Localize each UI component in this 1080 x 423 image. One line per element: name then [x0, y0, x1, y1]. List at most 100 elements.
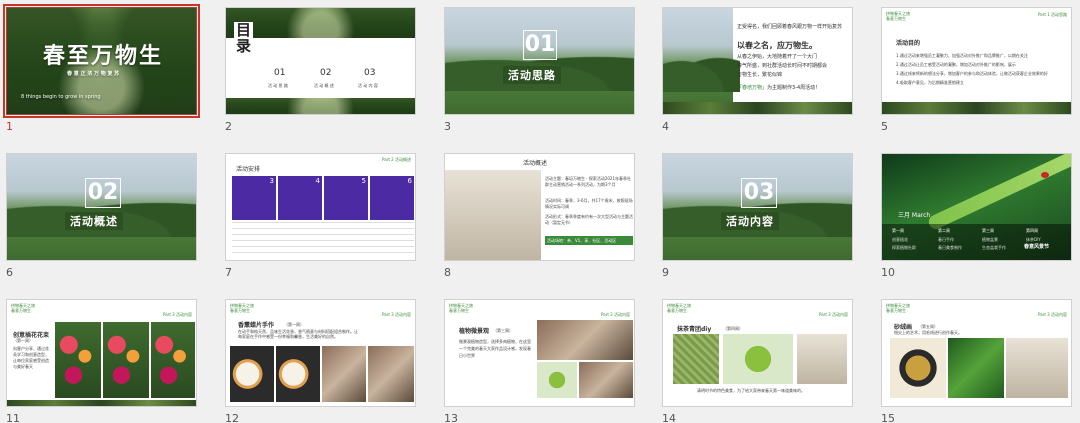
slide-caption: 8 things begin to grow in spring [21, 94, 101, 100]
slide-number: 3 [444, 120, 451, 133]
slide-thumbnail-11[interactable]: 拼物春天之旅 春意万物生 Part 3 活动内容 创意插花花束 （第一周） 向客… [6, 299, 197, 407]
slide11-week: （第一周） [13, 338, 33, 343]
toc-label-3: 活 动 内 容 [358, 83, 378, 88]
section-banner: 活动概述 [65, 212, 123, 230]
slide-number: 10 [881, 266, 895, 279]
slide-thumbnail-1[interactable]: 春至万物生 春 意 正 浓 万 物 复 苏 8 things begin to … [3, 4, 200, 118]
slide-tag-2: 春意万物生 [886, 308, 906, 313]
section-number: 03 [741, 178, 777, 208]
slide-number: 7 [225, 266, 232, 279]
slide-number: 15 [881, 412, 895, 423]
toc-title-b: 录 [236, 37, 252, 55]
slide-slot-14[interactable]: 拼物春天之旅 春意万物生 Part 3 活动内容 抹茶青团diy （第四周） 清… [662, 299, 853, 423]
slide5-line2: 2.通过活动让员工感受活动的凝聚，增加活动对外推广的影响，展示 [896, 62, 1016, 67]
slide8-line3: 活动形式：春季季度有约有一次大型活动与主题活动（暂定无节） [545, 214, 633, 225]
slide-part: Part 3 活动内容 [601, 312, 630, 317]
sub-3: 生态盆栽手作 [982, 245, 1006, 250]
slide-thumbnail-14[interactable]: 拼物春天之旅 春意万物生 Part 3 活动内容 抹茶青团diy （第四周） 清… [662, 299, 853, 407]
slide-thumbnail-4[interactable]: 正受得名，我们回顾着春风跟万物一样开始复苏 以春之名，应万物生。 从春之伊始，大… [662, 7, 853, 115]
slide4-quote: 「春培万物」 [737, 85, 768, 91]
slide-tag-2: 春意万物生 [11, 308, 31, 313]
slide-thumbnail-9[interactable]: 03 活动内容 [662, 153, 853, 261]
slide8-line2: 活动时间：春季，3-6月，共17个周末，按照现场情况实际可调 [545, 198, 633, 209]
slide-part: Part 3 活动内容 [1038, 312, 1067, 317]
slide-thumbnail-10[interactable]: 三月 March 第一周 第二周 第三周 第四周 创意插花 春日手作 植物盆景 … [881, 153, 1072, 261]
month-4: 4 [315, 177, 320, 185]
slide4-para5: 为主题制作3-4周活动！ [767, 85, 821, 91]
sub-2: 春日美食制作 [938, 245, 962, 250]
act-2: 春日手作 [938, 237, 954, 242]
slide12-week: （第一周） [284, 322, 304, 327]
slide4-para3: 春气所盛，到社群活动长时间不时期都会 [737, 63, 828, 69]
slide13-week: （第三周） [493, 328, 513, 333]
slide-slot-6[interactable]: 02 活动概述 6 [6, 153, 197, 279]
slide-number: 12 [225, 412, 239, 423]
slide-thumbnail-5[interactable]: 拼物春天之旅 春意万物生 Part 1 活动思路 活动目的 1.通过活动来增强员… [881, 7, 1072, 115]
month-3: 3 [269, 177, 274, 185]
slide-number: 11 [6, 412, 20, 423]
slide-thumbnail-2[interactable]: 目 录 01 02 03 活 动 思 路 活 动 概 述 活 动 内 容 [225, 7, 416, 115]
section-banner: 活动内容 [721, 212, 779, 230]
slide14-week: （第四周） [723, 326, 743, 331]
slide-slot-3[interactable]: 01 活动思路 3 [444, 7, 635, 133]
slide-number: 9 [662, 266, 669, 279]
slide-number: 6 [6, 266, 13, 279]
slide12-desc: 在动手和纯天然、品味生活花香，香气随意与材料搭配组合制作。让每家庭在手作中感受一… [238, 329, 358, 339]
slide-slot-11[interactable]: 拼物春天之旅 春意万物生 Part 3 活动内容 创意插花花束 （第一周） 向客… [6, 299, 197, 423]
slide-slot-12[interactable]: 拼物春天之旅 春意万物生 Part 3 活动内容 香薰蜡片手作 （第一周） 在动… [225, 299, 416, 423]
slide-thumbnail-7[interactable]: 活动安排 Part 2 活动概述 3 4 5 6 [225, 153, 416, 261]
slide-slot-13[interactable]: 拼物春天之旅 春意万物生 Part 3 活动内容 植物微景观 （第三周） 微景观… [444, 299, 635, 423]
week-2: 第二周 [938, 228, 950, 233]
slide-slot-5[interactable]: 拼物春天之旅 春意万物生 Part 1 活动思路 活动目的 1.通过活动来增强员… [881, 7, 1072, 133]
toc-num-1: 01 [274, 68, 286, 78]
slide-tag-2: 春意万物生 [449, 308, 469, 313]
toc-num-2: 02 [320, 68, 332, 78]
slide-tag-2: 春意万物生 [886, 16, 906, 21]
slide-thumbnail-13[interactable]: 拼物春天之旅 春意万物生 Part 3 活动内容 植物微景观 （第三周） 微景观… [444, 299, 635, 407]
slide-slot-10[interactable]: 三月 March 第一周 第二周 第三周 第四周 创意插花 春日手作 植物盆景 … [881, 153, 1072, 279]
week-1: 第一周 [892, 228, 904, 233]
month-6: 6 [407, 177, 412, 185]
toc-label-1: 活 动 思 路 [268, 83, 288, 88]
week-4: 第四周 [1026, 228, 1038, 233]
month-5: 5 [361, 177, 366, 185]
slide-slot-9[interactable]: 03 活动内容 9 [662, 153, 853, 279]
slide-slot-4[interactable]: 正受得名，我们回顾着春风跟万物一样开始复苏 以春之名，应万物生。 从春之伊始，大… [662, 7, 853, 133]
slide-slot-2[interactable]: 目 录 01 02 03 活 动 思 路 活 动 概 述 活 动 内 容 2 [225, 7, 416, 133]
slide-part: Part 3 活动内容 [819, 312, 848, 317]
slide5-line4: 4.吸取客户意见，为后期精准营销建立 [896, 80, 964, 85]
slide-sorter-grid: 春至万物生 春 意 正 浓 万 物 复 苏 8 things begin to … [0, 0, 1080, 423]
slide4-para1: 正受得名，我们回顾着春风跟万物一样开始复苏 [737, 24, 843, 30]
section-number: 01 [523, 30, 557, 60]
slide-subtitle: 春 意 正 浓 万 物 复 苏 [67, 71, 120, 77]
slide-slot-7[interactable]: 活动安排 Part 2 活动概述 3 4 5 6 7 [225, 153, 416, 279]
slide13-desc: 微景观植物造型，选择多肉植物、在这里一个完美的春天大家作品设计感，发现春日小世界 [459, 339, 531, 358]
slide15-desc: 指尖上的艺术，用毛线进行创作春天。 [894, 330, 962, 335]
slide11-desc: 向客户分享、通过花朵学习和创意造型，让每位家庭感受创造与美好春天 [13, 346, 49, 369]
slide5-line3: 3.通过线来将新的想法分享，增加客户的参与和活动体验，让做活动获客企业效果的好 [896, 71, 1048, 76]
slide-slot-15[interactable]: 拼物春天之旅 春意万物生 Part 3 活动内容 砂绒画 （第五周） 指尖上的艺… [881, 299, 1072, 423]
slide10-month: 三月 March [898, 212, 931, 219]
slide-thumbnail-8[interactable]: 活动概述 活动主题：春培万物生 · 探索活动2021年春季社群主动营销活动一系列… [444, 153, 635, 261]
slide-part: Part 3 活动内容 [382, 312, 411, 317]
slide-slot-8[interactable]: 活动概述 活动主题：春培万物生 · 探索活动2021年春季社群主动营销活动一系列… [444, 153, 635, 279]
toc-title-a: 目 [236, 21, 252, 39]
slide-thumbnail-6[interactable]: 02 活动概述 [6, 153, 197, 261]
slide-thumbnail-12[interactable]: 拼物春天之旅 春意万物生 Part 3 活动内容 香薰蜡片手作 （第一周） 在动… [225, 299, 416, 407]
slide-thumbnail-15[interactable]: 拼物春天之旅 春意万物生 Part 3 活动内容 砂绒画 （第五周） 指尖上的艺… [881, 299, 1072, 407]
slide8-title: 活动概述 [523, 160, 548, 167]
slide14-title: 抹茶青团diy [677, 326, 712, 333]
slide7-title: 活动安排 [236, 166, 261, 173]
slide-thumbnail-3[interactable]: 01 活动思路 [444, 7, 635, 115]
slide-slot-1[interactable]: 春至万物生 春 意 正 浓 万 物 复 苏 8 things begin to … [3, 4, 200, 133]
slide13-title: 植物微景观 [459, 328, 490, 335]
slide-number: 8 [444, 266, 451, 279]
slide8-line1: 活动主题：春培万物生 · 探索活动2021年春季社群主动营销活动一系列活动，为期… [545, 176, 631, 187]
slide-tag-2: 春意万物生 [230, 308, 250, 313]
slide4-para4: 万物生长，繁花似锦 [737, 72, 783, 78]
slide-title: 春至万物生 [43, 44, 164, 69]
section-number: 02 [85, 178, 121, 208]
slide-part: Part 3 活动内容 [163, 312, 192, 317]
act-3: 植物盆景 [982, 237, 998, 242]
slide-part: Part 2 活动概述 [382, 157, 411, 162]
